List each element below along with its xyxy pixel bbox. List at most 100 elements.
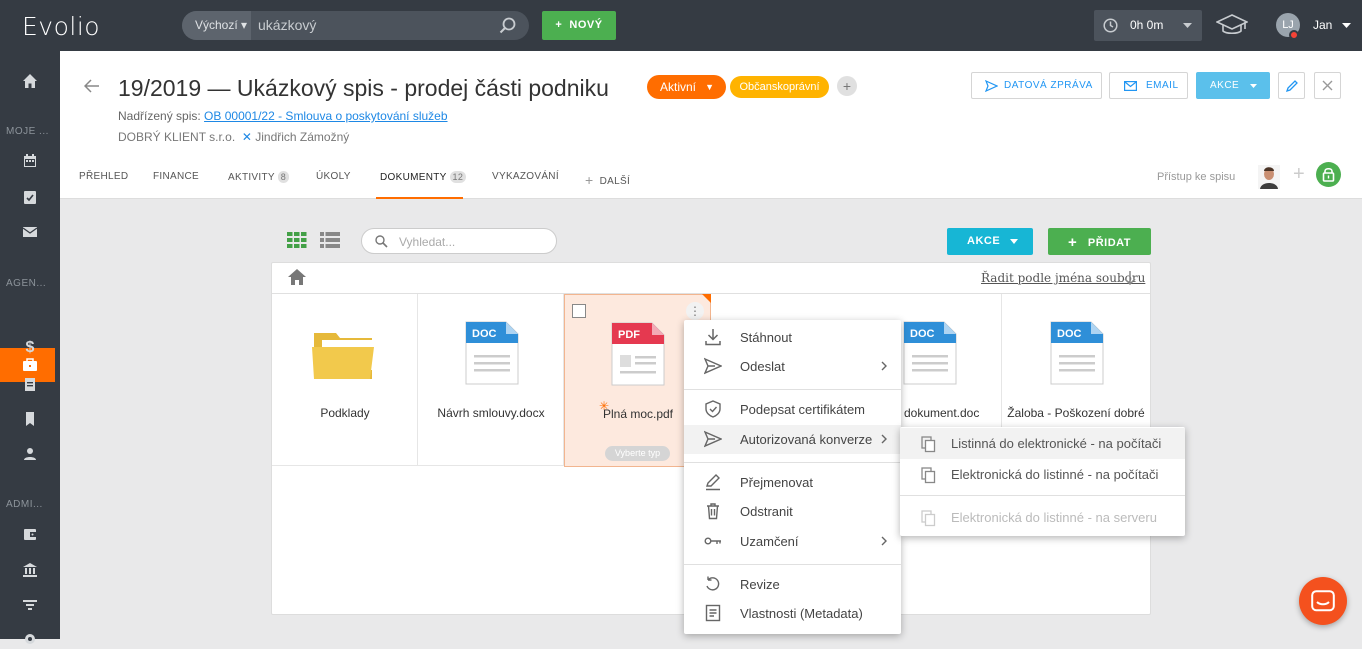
menu-divider [684,462,901,463]
back-arrow-icon[interactable] [84,79,100,93]
tab-dalsi-label: DALŠÍ [599,176,631,187]
menu-item-sign[interactable]: Podepsat certifikátem [684,395,901,424]
header-akce-label: AKCE [1210,80,1240,91]
tab-vykazovani[interactable]: VYKAZOVÁNÍ [492,171,559,182]
parent-case-link[interactable]: OB 00001/22 - Smlouva o poskytování služ… [204,109,447,123]
type-tag[interactable]: Občanskoprávní [730,76,829,98]
tab-dalsi[interactable]: + DALŠÍ [585,171,631,188]
tab-finance[interactable]: FINANCE [153,171,199,182]
chevron-down-icon: ▼ [705,82,714,92]
grid-view-icon[interactable] [287,232,307,248]
mail-icon [1124,81,1137,91]
svg-text:DOC: DOC [910,328,935,340]
home-icon[interactable] [20,71,40,91]
menu-item-delete[interactable]: Odstranit [684,497,901,526]
file-search-input[interactable]: Vyhledat... [361,228,557,254]
menu-divider [684,389,901,390]
mail-icon[interactable] [20,222,40,242]
menu-item-rename[interactable]: Přejmenovat [684,468,901,497]
documents-akce-button[interactable]: AKCE [947,228,1033,255]
file-select-checkbox[interactable] [572,304,586,318]
sort-arrow-down-icon[interactable] [1124,271,1136,285]
menu-item-lock[interactable]: Uzamčení [684,527,901,556]
copy-icon [921,467,936,484]
user-name[interactable]: Jan [1313,18,1332,32]
timer-widget[interactable]: 0h 0m [1094,10,1202,41]
chat-launcher-button[interactable] [1299,577,1347,625]
gear-icon[interactable] [20,629,40,649]
document-list-icon[interactable] [20,374,40,394]
search-input[interactable]: ukázkový [258,11,316,40]
submenu-item-paper-to-electronic-local[interactable]: Listinná do elektronické - na počítači [900,428,1185,459]
case-tabs: PŘEHLED FINANCE AKTIVITY 8 ÚKOLY DOKUMEN… [60,162,1362,199]
list-view-icon[interactable] [320,232,340,248]
sort-by-name[interactable]: Řadit podle jména souboru [981,271,1145,285]
wallet-icon[interactable] [20,524,40,544]
add-member-icon[interactable]: + [1293,163,1305,186]
close-button[interactable] [1314,72,1341,99]
document-type-badge[interactable]: Vyberte typ [605,446,670,461]
file-tile-folder[interactable]: Podklady [272,294,418,466]
edit-button[interactable] [1278,72,1305,99]
calendar-icon[interactable] [20,151,40,171]
notification-dot [1289,30,1299,40]
case-member-avatar[interactable] [1258,165,1280,189]
tab-ukoly[interactable]: ÚKOLY [316,171,351,182]
header-akce-button[interactable]: AKCE [1196,72,1270,99]
new-button[interactable]: + NOVÝ [542,11,616,40]
sidebar-section-agenda: AGEN... [6,278,47,289]
doc-file-icon: DOC [903,321,957,385]
menu-item-revisions[interactable]: Revize [684,570,901,599]
home-icon[interactable] [287,268,307,286]
parties-line: DOBRÝ KLIENT s.r.o. ✕ Jindřich Zámožný [118,130,349,144]
menu-item-send[interactable]: Odeslat [684,352,901,381]
plus-icon: + [1067,234,1078,251]
tab-dokumenty[interactable]: DOKUMENTY 12 [380,171,467,183]
menu-item-label: Autorizovaná konverze [740,432,873,447]
active-tab-indicator [376,197,463,199]
selection-corner-marker [702,294,711,303]
status-label: Aktivní [660,80,697,94]
menu-item-label: Vlastnosti (Metadata) [740,606,863,621]
new-button-label: NOVÝ [569,19,603,31]
sidebar: MOJE ... AGEN... $ ADMI... [0,51,60,644]
chevron-down-icon [1183,23,1192,28]
person-icon[interactable] [20,444,40,464]
tab-aktivity[interactable]: AKTIVITY 8 [228,171,290,183]
more-options-icon[interactable]: ⋮ [686,302,704,320]
global-search[interactable]: Výchozí ▾ ukázkový [182,11,529,40]
task-clipboard-icon[interactable] [20,187,40,207]
email-label: EMAIL [1146,80,1179,91]
graduation-cap-icon[interactable] [1216,12,1248,38]
chevron-down-icon [1010,239,1018,244]
menu-item-label: Odstranit [740,504,793,519]
search-scope-dropdown[interactable]: Výchozí ▾ [182,11,251,40]
submenu-item-electronic-to-paper-local[interactable]: Elektronická do listinné - na počítači [900,459,1185,490]
add-tag-button[interactable]: + [837,76,857,96]
client-name[interactable]: DOBRÝ KLIENT s.r.o. [118,130,235,144]
close-icon [1322,80,1333,91]
bookmark-icon[interactable] [20,409,40,429]
briefcase-icon[interactable] [20,355,40,375]
lock-button[interactable] [1316,162,1341,187]
datova-zprava-button[interactable]: DATOVÁ ZPRÁVA [971,72,1102,99]
menu-item-properties[interactable]: Vlastnosti (Metadata) [684,599,901,628]
file-tile-doc[interactable]: DOC Návrh smlouvy.docx [418,294,564,466]
app-logo[interactable]: Evolio [22,12,100,41]
status-dropdown[interactable]: Aktivní ▼ [647,75,726,99]
tab-prehled[interactable]: PŘEHLED [79,171,128,182]
menu-item-download[interactable]: Stáhnout [684,323,901,352]
menu-item-authorized-conversion[interactable]: Autorizovaná konverze [684,425,901,454]
counterparty-name[interactable]: Jindřich Zámožný [255,130,349,144]
chevron-down-icon[interactable] [1342,23,1351,29]
lock-icon [1322,167,1335,182]
sidebar-section-admin: ADMI... [6,499,43,510]
dollar-icon[interactable]: $ [20,338,40,358]
menu-item-label: Stáhnout [740,330,793,345]
menu-item-label: Odeslat [740,359,785,374]
filter-icon[interactable] [20,595,40,615]
email-button[interactable]: EMAIL [1109,72,1188,99]
search-icon[interactable] [499,17,517,35]
bank-icon[interactable] [20,560,40,580]
add-document-button[interactable]: + PŘIDAT [1048,228,1151,255]
